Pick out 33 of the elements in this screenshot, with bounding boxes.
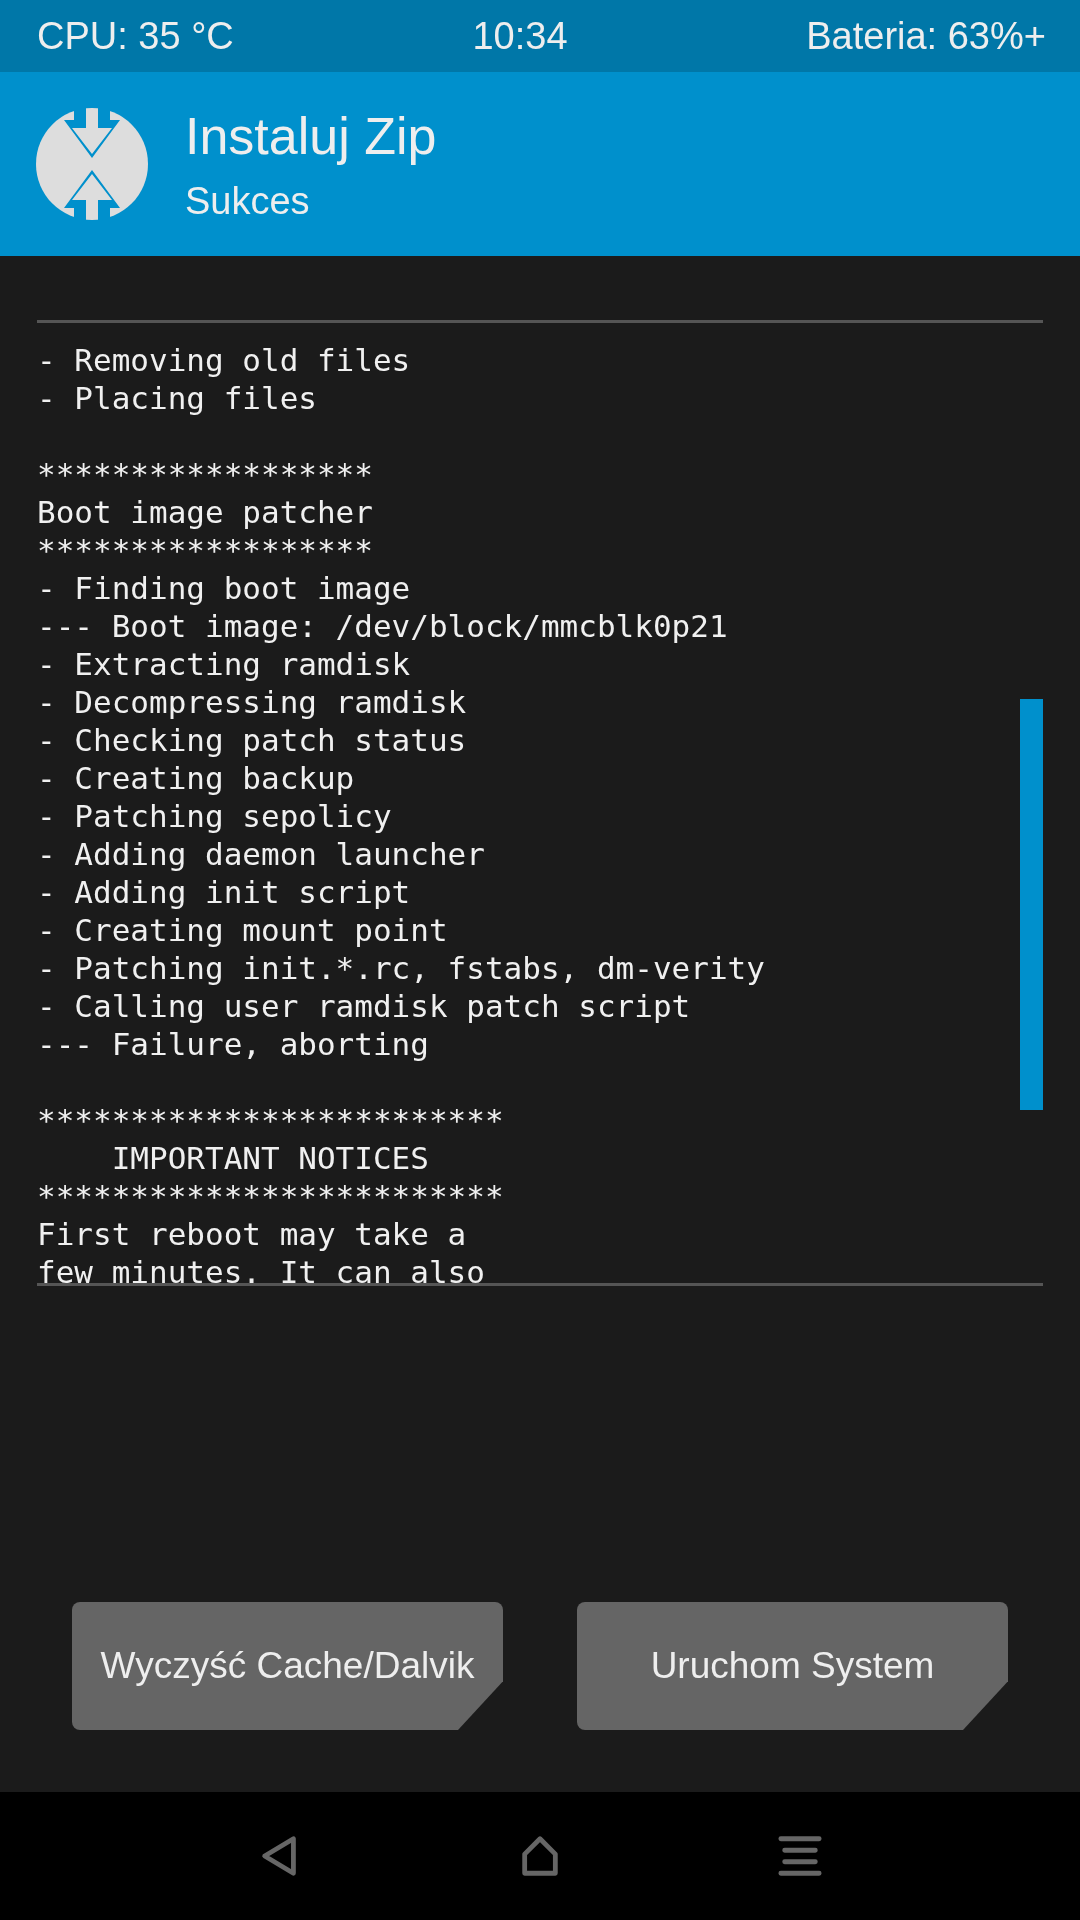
menu-icon[interactable]: [777, 1833, 823, 1879]
status-subtitle: Sukces: [185, 179, 311, 223]
logo-icon: [36, 108, 148, 220]
screen-title: Instaluj Zip: [185, 105, 437, 166]
log-line: First reboot may take a: [37, 1215, 467, 1253]
log-line: few minutes. It can also: [37, 1253, 485, 1283]
log-line: - Calling user ramdisk patch script: [37, 987, 691, 1025]
log-line: - Decompressing ramdisk: [37, 683, 467, 721]
action-button[interactable]: Wyczyść Cache/Dalvik: [72, 1602, 503, 1730]
log-line: *************************: [37, 1101, 504, 1139]
action-button[interactable]: Uruchom System: [577, 1602, 1008, 1730]
log-line: - Adding daemon launcher: [37, 835, 485, 873]
log-line: - Extracting ramdisk: [37, 645, 411, 683]
log-line: - Placing files: [37, 379, 317, 417]
log-line: - Patching init.*.rc, fstabs, dm-verity: [37, 949, 765, 987]
log-line: *************************: [37, 1177, 504, 1215]
log-line: ******************: [37, 455, 373, 493]
log-line: Boot image patcher: [37, 493, 373, 531]
log-line: - Patching sepolicy: [37, 797, 392, 835]
cpu-temperature: CPU: 35 °C: [37, 14, 234, 58]
log-line: - Creating backup: [37, 759, 355, 797]
log-line: - Adding init script: [37, 873, 411, 911]
log-line: - Removing old files: [37, 341, 411, 379]
log-line: IMPORTANT NOTICES: [110, 1139, 429, 1177]
log-line: --- Failure, aborting: [37, 1025, 429, 1063]
log-line: - Finding boot image: [37, 569, 411, 607]
scrollbar[interactable]: [1020, 699, 1043, 1110]
battery-level: Bateria: 63%+: [806, 14, 1046, 58]
log-line: --- Boot image: /dev/block/mmcblk0p21: [37, 607, 728, 645]
log-line: - Checking patch status: [37, 721, 467, 759]
log-line: ******************: [37, 531, 373, 569]
clock: 10:34: [472, 14, 568, 58]
log-line: - Creating mount point: [37, 911, 448, 949]
